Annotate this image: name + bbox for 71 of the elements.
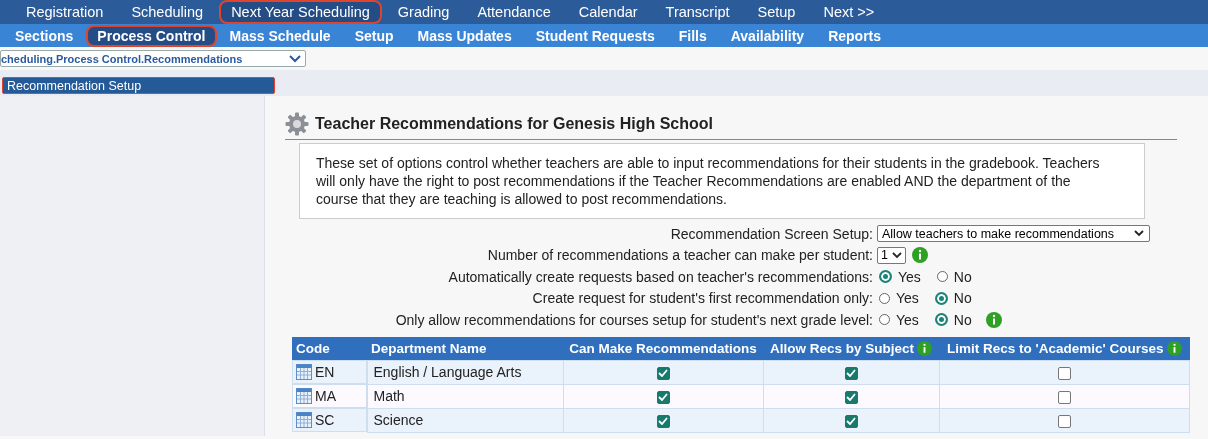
radio-label: Yes [898, 268, 921, 285]
chevron-icon [891, 251, 902, 259]
page-select[interactable]: cheduling.Process Control.Recommendations [0, 50, 306, 67]
checkbox[interactable] [1057, 414, 1071, 428]
setting-label: Only allow recommendations for courses setup for student's next grade level: [394, 311, 874, 328]
checkbox[interactable] [1057, 366, 1071, 380]
column-header: Code [292, 336, 367, 360]
radio-button[interactable] [936, 271, 948, 283]
radio-button[interactable] [879, 270, 892, 284]
section-title: Teacher Recommendations for Genesis High School [315, 115, 713, 133]
info-icon[interactable] [911, 247, 928, 264]
table-cell: EN [315, 364, 335, 380]
radio-label: Yes [896, 290, 919, 307]
page-tab[interactable]: Recommendation Setup [2, 77, 275, 94]
nav-tab[interactable]: Transcript [653, 0, 742, 24]
radio-button[interactable] [879, 314, 890, 326]
checkbox[interactable] [844, 414, 858, 428]
radio-label: No [953, 290, 972, 307]
subnav-tab[interactable]: Student Requests [524, 24, 666, 47]
info-icon[interactable] [985, 311, 1002, 328]
setting-label: Create request for student's first recommendation only: [531, 290, 874, 307]
checkbox[interactable] [656, 414, 670, 428]
nav-tab[interactable]: Calendar [566, 0, 650, 24]
checkbox[interactable] [656, 390, 670, 404]
nav-tab[interactable]: Grading [385, 0, 462, 24]
setting-label: Automatically create requests based on teacher's recommendations: [447, 268, 874, 285]
dropdown[interactable]: Allow teachers to make recommendations [877, 225, 1150, 243]
info-icon[interactable] [917, 340, 932, 356]
setting-label: Recommendation Screen Setup: [669, 225, 874, 242]
subnav-tab[interactable]: Mass Schedule [218, 24, 342, 47]
radio-label: No [953, 311, 972, 328]
table-cell: English / Language Arts [367, 360, 563, 384]
subnav-tab[interactable]: Mass Updates [406, 24, 523, 47]
nav-tab[interactable]: Setup [745, 0, 808, 24]
setting-label: Number of recommendations a teacher can make per student: [486, 247, 874, 264]
checkbox[interactable] [656, 366, 670, 380]
subnav-tab[interactable]: Reports [817, 24, 893, 47]
nav-tab[interactable]: Attendance [465, 0, 563, 24]
calendar-icon[interactable] [296, 364, 312, 380]
chevron-icon [1134, 230, 1144, 238]
chevron-icon [289, 54, 301, 63]
table-cell: MA [315, 388, 336, 404]
nav-tab[interactable]: Next Year Scheduling [219, 0, 382, 24]
column-header: Can Make Recommendations [563, 336, 763, 360]
column-header: Department Name [367, 336, 563, 360]
radio-button[interactable] [879, 292, 890, 304]
checkbox[interactable] [1057, 390, 1071, 404]
checkbox[interactable] [844, 366, 858, 380]
radio-button[interactable] [934, 313, 948, 327]
calendar-icon[interactable] [296, 388, 312, 404]
table-cell: Science [367, 408, 563, 432]
table-cell: SC [315, 412, 335, 428]
subnav-tab[interactable]: Sections [4, 24, 85, 47]
subnav-tab[interactable]: Availability [719, 24, 816, 47]
subnav-tab[interactable]: Process Control [86, 24, 217, 47]
calendar-icon[interactable] [296, 412, 312, 428]
subnav-tab[interactable]: Fills [667, 24, 718, 47]
checkbox[interactable] [844, 390, 858, 404]
nav-tab[interactable]: Next >> [811, 0, 887, 24]
description-box: These set of options control whether teachers are able to input recommendations for their students in the gradebook. Teachers will only have the right to post recommendations if the Teacher Recommendations are enabled AND the department of the course that they are teaching is allowed to post recommendations. [299, 143, 1145, 219]
table-cell: Math [367, 384, 563, 408]
info-icon[interactable] [1166, 340, 1182, 356]
subnav-tab[interactable]: Setup [343, 24, 405, 47]
column-header: Allow Recs by Subject [763, 336, 939, 360]
radio-button[interactable] [934, 291, 948, 305]
radio-label: No [953, 268, 972, 285]
nav-tab[interactable]: Scheduling [119, 0, 216, 24]
radio-label: Yes [896, 311, 919, 328]
column-header: Limit Recs to 'Academic' Courses [939, 336, 1190, 360]
dropdown[interactable]: 1 [877, 246, 906, 264]
nav-tab[interactable]: Registration [14, 0, 116, 24]
